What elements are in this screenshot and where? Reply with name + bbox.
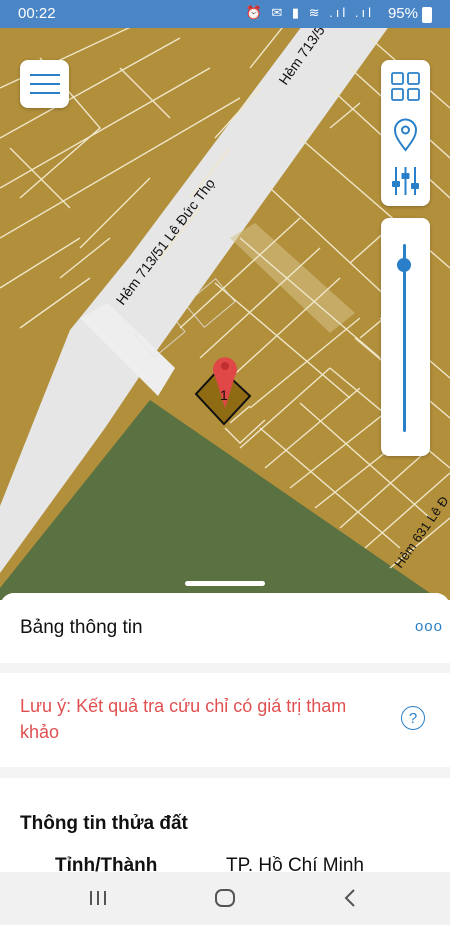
home-icon[interactable]	[214, 888, 236, 908]
province-label: Tỉnh/Thành	[55, 855, 158, 872]
zoom-handle[interactable]	[397, 257, 411, 272]
my-location-button[interactable]	[381, 112, 430, 156]
notice-card: Lưu ý: Kết quả tra cứu chỉ có giá trị th…	[0, 673, 450, 767]
back-icon[interactable]	[342, 888, 358, 908]
hamburger-icon	[30, 74, 60, 76]
layers-button[interactable]	[381, 62, 430, 106]
notice-text: Lưu ý: Kết quả tra cứu chỉ có giá trị th…	[20, 696, 347, 742]
info-sheet: Bảng thông tin ooo Lưu ý: Kết quả tra cứ…	[0, 593, 450, 872]
filter-button[interactable]	[381, 159, 430, 203]
sheet-title: Bảng thông tin	[20, 617, 143, 638]
battery-icon	[422, 7, 432, 23]
recent-apps-icon[interactable]	[88, 888, 108, 908]
menu-button[interactable]	[20, 60, 69, 108]
sliders-icon	[392, 167, 419, 195]
parcel-info-title: Thông tin thửa đất	[20, 813, 188, 834]
system-nav-bar	[0, 872, 450, 925]
help-icon[interactable]: ?	[401, 706, 425, 730]
drag-handle[interactable]	[185, 581, 265, 586]
status-icons: ⏰ ✉ ▮ ≋ .ıl .ıl	[245, 5, 374, 20]
zoom-slider[interactable]	[381, 218, 430, 456]
zoom-track[interactable]	[403, 244, 406, 432]
parcel-number-label: 1	[220, 387, 228, 403]
sheet-header: Bảng thông tin ooo	[0, 593, 450, 663]
more-options-icon[interactable]: ooo	[415, 618, 443, 635]
map-tools-panel	[381, 60, 430, 206]
grid-icon	[391, 72, 420, 101]
status-bar: 00:22 ⏰ ✉ ▮ ≋ .ıl .ıl 95%	[0, 0, 450, 28]
location-icon	[393, 118, 418, 152]
province-value: TP. Hồ Chí Minh	[226, 855, 364, 872]
parcel-info-card: Thông tin thửa đất Tỉnh/Thành TP. Hồ Chí…	[0, 778, 450, 872]
status-time: 00:22	[18, 5, 56, 22]
battery-percent: 95%	[387, 5, 418, 22]
